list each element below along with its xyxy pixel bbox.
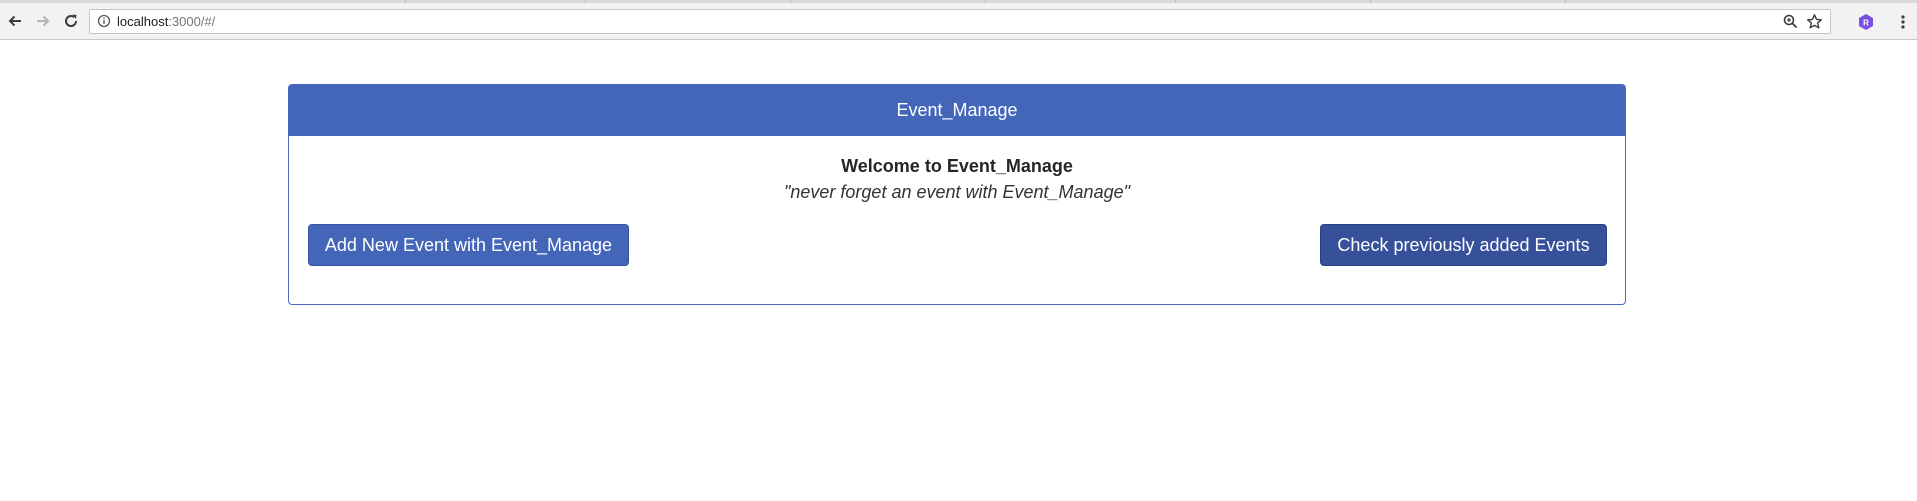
url-host: localhost: [117, 14, 169, 29]
back-button[interactable]: [3, 9, 27, 33]
add-new-event-button[interactable]: Add New Event with Event_Manage: [308, 224, 629, 266]
reload-icon: [65, 14, 78, 27]
tagline: "never forget an event with Event_Manage…: [784, 182, 1130, 202]
kebab-menu-icon[interactable]: [1900, 13, 1906, 36]
welcome-heading: Welcome to Event_Manage: [841, 156, 1073, 176]
info-icon[interactable]: [97, 14, 111, 33]
extension-icon[interactable]: R: [1857, 13, 1875, 36]
zoom-icon[interactable]: [1782, 13, 1799, 35]
reload-button[interactable]: [59, 9, 83, 33]
url-text[interactable]: localhost:3000/#/: [117, 14, 215, 29]
extension-badge-text: R: [1863, 19, 1869, 28]
forward-button[interactable]: [31, 9, 55, 33]
address-bar[interactable]: localhost:3000/#/: [89, 9, 1831, 34]
url-path: :3000/#/: [168, 14, 216, 29]
browser-toolbar: localhost:3000/#/ R: [0, 3, 1917, 40]
arrow-left-icon: [8, 15, 21, 27]
check-events-button[interactable]: Check previously added Events: [1320, 224, 1607, 266]
card-header: Event_Manage: [289, 85, 1625, 136]
arrow-right-icon: [37, 15, 50, 27]
bookmark-star-icon[interactable]: [1806, 13, 1823, 35]
card-header-title: Event_Manage: [896, 100, 1018, 120]
event-manage-card: Event_Manage Welcome to Event_Manage "ne…: [288, 84, 1626, 305]
